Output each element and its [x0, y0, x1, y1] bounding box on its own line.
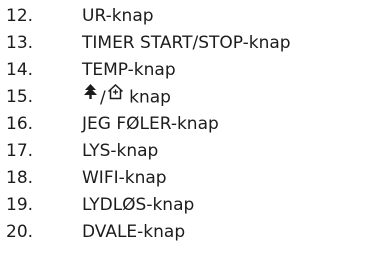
- item-number: 19.: [6, 195, 34, 215]
- item-label: WIFI-knap: [82, 168, 167, 188]
- item-label-with-icons: / knap: [82, 82, 171, 112]
- item-label: LYDLØS-knap: [82, 195, 195, 215]
- item-label: LYS-knap: [82, 141, 159, 161]
- item-label-suffix: knap: [123, 87, 171, 108]
- item-label: DVALE-knap: [82, 222, 186, 242]
- item-number: 12.: [6, 6, 34, 26]
- item-label: TIMER START/STOP-knap: [82, 33, 291, 53]
- item-number: 17.: [6, 141, 34, 161]
- item-label: JEG FØLER-knap: [82, 114, 219, 134]
- item-number: 13.: [6, 33, 34, 53]
- house-icon: [107, 82, 124, 109]
- item-label: TEMP-knap: [82, 60, 176, 80]
- item-number: 16.: [6, 114, 34, 134]
- tree-icon: [82, 82, 99, 109]
- item-number: 14.: [6, 60, 34, 80]
- item-number: 18.: [6, 168, 34, 188]
- item-number: 20.: [6, 222, 34, 242]
- icon-separator: /: [100, 87, 106, 108]
- item-number: 15.: [6, 87, 34, 107]
- item-label: UR-knap: [82, 6, 154, 26]
